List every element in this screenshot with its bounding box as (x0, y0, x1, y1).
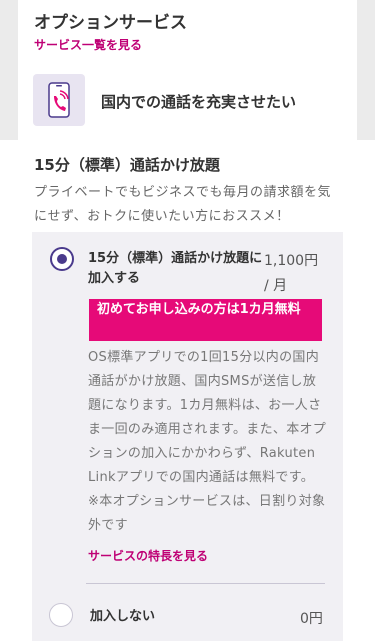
plan-description: プライベートでもビジネスでも毎月の請求額を気にせず、おトクに使いたい方におススメ… (34, 185, 332, 224)
radio-subscribe[interactable] (50, 247, 74, 271)
service-features-link[interactable]: サービスの特長を見る (88, 547, 208, 564)
divider (86, 583, 325, 584)
option-body-text: OS標準アプリでの1回15分以内の国内通話がかけ放題、国内SMSが送信し放題にな… (88, 350, 327, 485)
option-decline-label[interactable]: 加入しない (90, 605, 155, 624)
feature-title: 国内での通話を充実させたい (101, 93, 297, 111)
option-subscribe-label[interactable]: 15分（標準）通話かけ放題に加入する (88, 249, 264, 289)
plan-title: 15分（標準）通話かけ放題 (34, 156, 220, 174)
option-decline-price: 0円 (300, 611, 323, 627)
service-list-link[interactable]: サービス一覧を見る (34, 36, 142, 53)
option-description: OS標準アプリでの1回15分以内の国内通話がかけ放題、国内SMSが送信し放題にな… (88, 346, 328, 538)
page-gutter-right (357, 0, 375, 160)
promo-badge: 初めてお申し込みの方は1カ月無料 (89, 299, 322, 341)
section-title: オプションサービス (34, 13, 187, 33)
radio-selected-dot (57, 254, 67, 264)
option-subscribe-price: 1,100円 (264, 253, 319, 269)
option-subscribe-unit: / 月 (264, 278, 288, 294)
radio-decline[interactable] (49, 603, 73, 627)
option-note: ※本オプションサービスは、日割り対象外です (88, 494, 326, 533)
smartphone-call-icon (33, 74, 85, 126)
